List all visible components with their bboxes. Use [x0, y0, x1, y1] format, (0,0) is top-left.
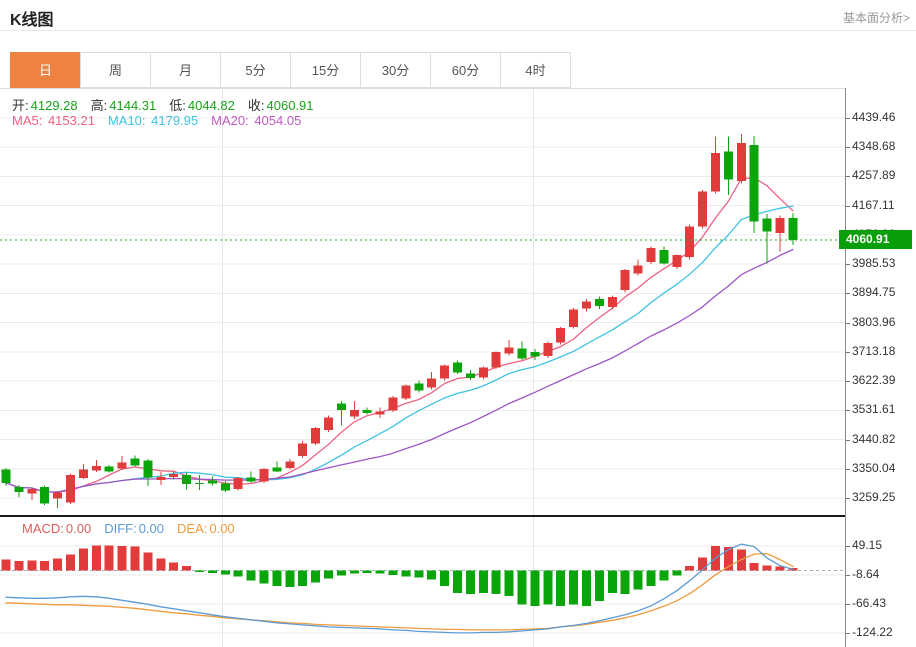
diff-value: DIFF:0.00 — [104, 521, 164, 536]
axis-tick — [846, 147, 850, 148]
macd-axis-label: -8.64 — [852, 567, 879, 581]
axis-tick — [846, 410, 850, 411]
price-axis: 4439.464348.684257.894167.114076.323985.… — [845, 88, 916, 647]
fundamental-analysis-link[interactable]: 基本面分析> — [843, 9, 910, 26]
ohlc-legend: 开:4129.28 高:4144.31 低:4044.82 收:4060.91 — [12, 95, 327, 114]
macd-legend: MACD:0.00 DIFF:0.00 DEA:0.00 — [22, 521, 248, 536]
tab-60分[interactable]: 60分 — [430, 52, 501, 88]
axis-tick — [846, 469, 850, 470]
axis-tick — [846, 604, 850, 605]
macd-chart — [0, 517, 845, 647]
axis-tick — [846, 575, 850, 576]
tab-5分[interactable]: 5分 — [220, 52, 291, 88]
axis-tick — [846, 381, 850, 382]
price-axis-label: 3803.96 — [852, 315, 895, 329]
low-value: 低:4044.82 — [169, 98, 235, 113]
tab-15分[interactable]: 15分 — [290, 52, 361, 88]
ma20-value: MA20: 4054.05 — [211, 113, 301, 128]
axis-tick — [846, 633, 850, 634]
price-axis-label: 4167.11 — [852, 198, 895, 212]
axis-tick — [846, 323, 850, 324]
candles — [2, 134, 798, 508]
axis-tick — [846, 264, 850, 265]
macd-axis-label: -66.43 — [852, 596, 886, 610]
price-axis-label: 3440.82 — [852, 432, 895, 446]
close-value: 收:4060.91 — [248, 98, 314, 113]
macd-histogram-chart — [0, 517, 845, 647]
macd-bars — [2, 546, 798, 606]
kline-widget: { "header": { "title": "K线图", "link": "基… — [0, 0, 916, 647]
price-axis-label: 3985.53 — [852, 256, 895, 270]
axis-tick — [846, 206, 850, 207]
axis-tick — [846, 546, 850, 547]
axis-tick — [846, 352, 850, 353]
tab-日[interactable]: 日 — [10, 52, 81, 88]
tab-周[interactable]: 周 — [80, 52, 151, 88]
axis-tick — [846, 293, 850, 294]
ma10-value: MA10: 4179.95 — [108, 113, 198, 128]
macd-axis-label: -124.22 — [852, 625, 893, 639]
price-axis-label: 3531.61 — [852, 402, 895, 416]
main-chart — [0, 88, 845, 516]
price-axis-label: 3894.75 — [852, 285, 895, 299]
ma5-value: MA5: 4153.21 — [12, 113, 95, 128]
macd-axis-label: 49.15 — [852, 538, 882, 552]
price-axis-label: 4348.68 — [852, 139, 895, 153]
main-gridlines — [0, 88, 845, 516]
high-value: 高:4144.31 — [91, 98, 157, 113]
macd-gridlines — [0, 517, 845, 647]
tab-月[interactable]: 月 — [150, 52, 221, 88]
candlestick-chart — [0, 88, 845, 516]
axis-tick — [846, 118, 850, 119]
ma-legend: MA5: 4153.21 MA10: 4179.95 MA20: 4054.05 — [12, 113, 314, 128]
axis-tick — [846, 440, 850, 441]
axis-tick — [846, 498, 850, 499]
current-price-badge: 4060.91 — [839, 230, 912, 249]
tab-4时[interactable]: 4时 — [500, 52, 571, 88]
price-axis-label: 4257.89 — [852, 168, 895, 182]
price-axis-label: 3259.25 — [852, 490, 895, 504]
macd-value: MACD:0.00 — [22, 521, 91, 536]
price-axis-label: 3622.39 — [852, 373, 895, 387]
dea-value: DEA:0.00 — [177, 521, 235, 536]
tab-30分[interactable]: 30分 — [360, 52, 431, 88]
tab-bar: 日周月5分15分30分60分4时 — [0, 52, 916, 89]
open-value: 开:4129.28 — [12, 98, 78, 113]
page-title: K线图 — [10, 6, 54, 30]
price-axis-label: 4439.46 — [852, 110, 895, 124]
page-header: K线图 基本面分析> — [0, 0, 916, 31]
price-axis-label: 3713.18 — [852, 344, 895, 358]
ma-lines — [6, 178, 793, 492]
axis-tick — [846, 176, 850, 177]
price-axis-label: 3350.04 — [852, 461, 895, 475]
